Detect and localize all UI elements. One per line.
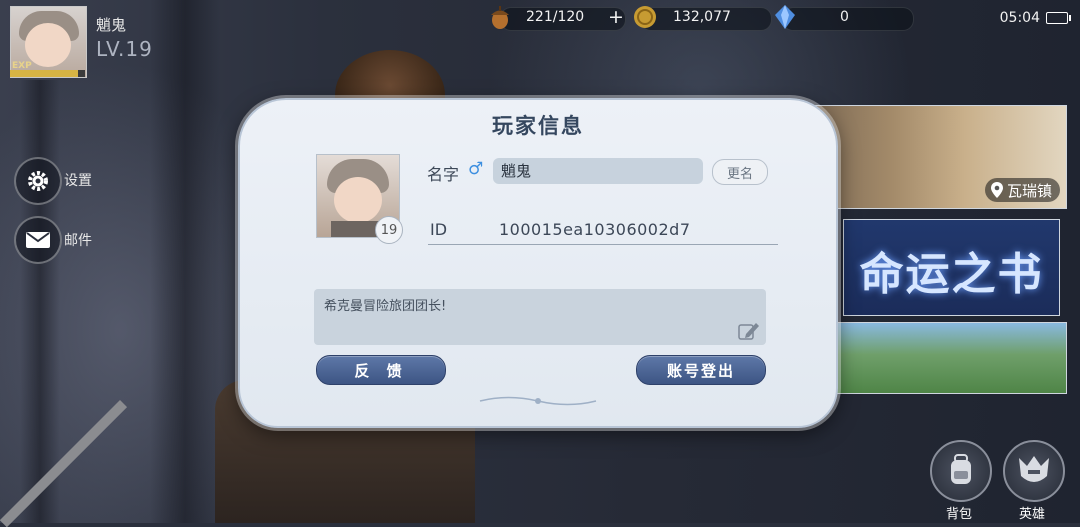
- book-of-fate-title: 命运之书: [859, 249, 1044, 300]
- player-level: LV.19: [96, 37, 153, 61]
- name-label: 名字: [427, 165, 460, 184]
- landscape-banner[interactable]: [818, 322, 1067, 394]
- dialog-ornament: [479, 396, 597, 406]
- gold-value: 132,077: [673, 9, 731, 25]
- gold-coin-icon: [634, 6, 656, 28]
- mail-button[interactable]: [14, 216, 62, 264]
- id-underline: [428, 244, 778, 245]
- settings-button[interactable]: [14, 157, 62, 205]
- clock: 05:04: [999, 10, 1040, 26]
- location-name: 瓦瑞镇: [1006, 181, 1052, 200]
- avatar-face: [334, 177, 382, 223]
- background-pillar: [20, 80, 60, 523]
- name-field[interactable]: 魈鬼: [493, 158, 703, 184]
- signature-field[interactable]: 希克曼冒险旅团团长!: [314, 289, 766, 345]
- exp-label: EXP: [12, 61, 32, 71]
- id-label: ID: [430, 220, 448, 239]
- book-of-fate-banner[interactable]: 命运之书: [843, 219, 1060, 316]
- avatar-level-badge: 19: [375, 216, 403, 244]
- location-pin-icon: [990, 182, 1003, 198]
- gem-value: 0: [840, 9, 849, 25]
- exp-bar: [10, 70, 85, 77]
- exp-bar-fill: [10, 70, 78, 77]
- backpack-icon: [951, 454, 971, 484]
- player-name: 魈鬼: [96, 16, 127, 34]
- backpack-button[interactable]: [930, 440, 992, 502]
- add-stamina-button[interactable]: +: [608, 6, 624, 28]
- hero-helmet-icon: [1019, 456, 1049, 482]
- logout-button[interactable]: 账号登出: [636, 355, 766, 385]
- hero-button[interactable]: [1003, 440, 1065, 502]
- edit-pencil-icon[interactable]: [738, 321, 760, 341]
- signature-text: 希克曼冒险旅团团长!: [324, 299, 447, 314]
- mail-label[interactable]: 邮件: [64, 230, 92, 250]
- player-info-dialog: 玩家信息 19 名字 ♂ 魈鬼 更名 ID 100015ea10306002d7…: [238, 98, 838, 428]
- blue-crystal-icon: [775, 5, 795, 29]
- settings-label[interactable]: 设置: [64, 170, 92, 190]
- stamina-value: 221/120: [526, 9, 585, 25]
- battery-icon: [1046, 12, 1071, 24]
- location-tag: 瓦瑞镇: [984, 178, 1060, 202]
- background-pillar: [150, 0, 220, 523]
- mail-icon: [26, 232, 50, 248]
- rename-button[interactable]: 更名: [712, 159, 768, 185]
- dialog-title: 玩家信息: [492, 113, 584, 138]
- feedback-button[interactable]: 反 馈: [316, 355, 446, 385]
- backpack-label: 背包: [945, 507, 972, 522]
- acorn-icon: [491, 6, 509, 29]
- gear-icon: [28, 171, 48, 191]
- hero-label: 英雄: [1018, 507, 1045, 522]
- id-value: 100015ea10306002d7: [499, 220, 691, 239]
- gender-male-icon: ♂: [468, 159, 484, 179]
